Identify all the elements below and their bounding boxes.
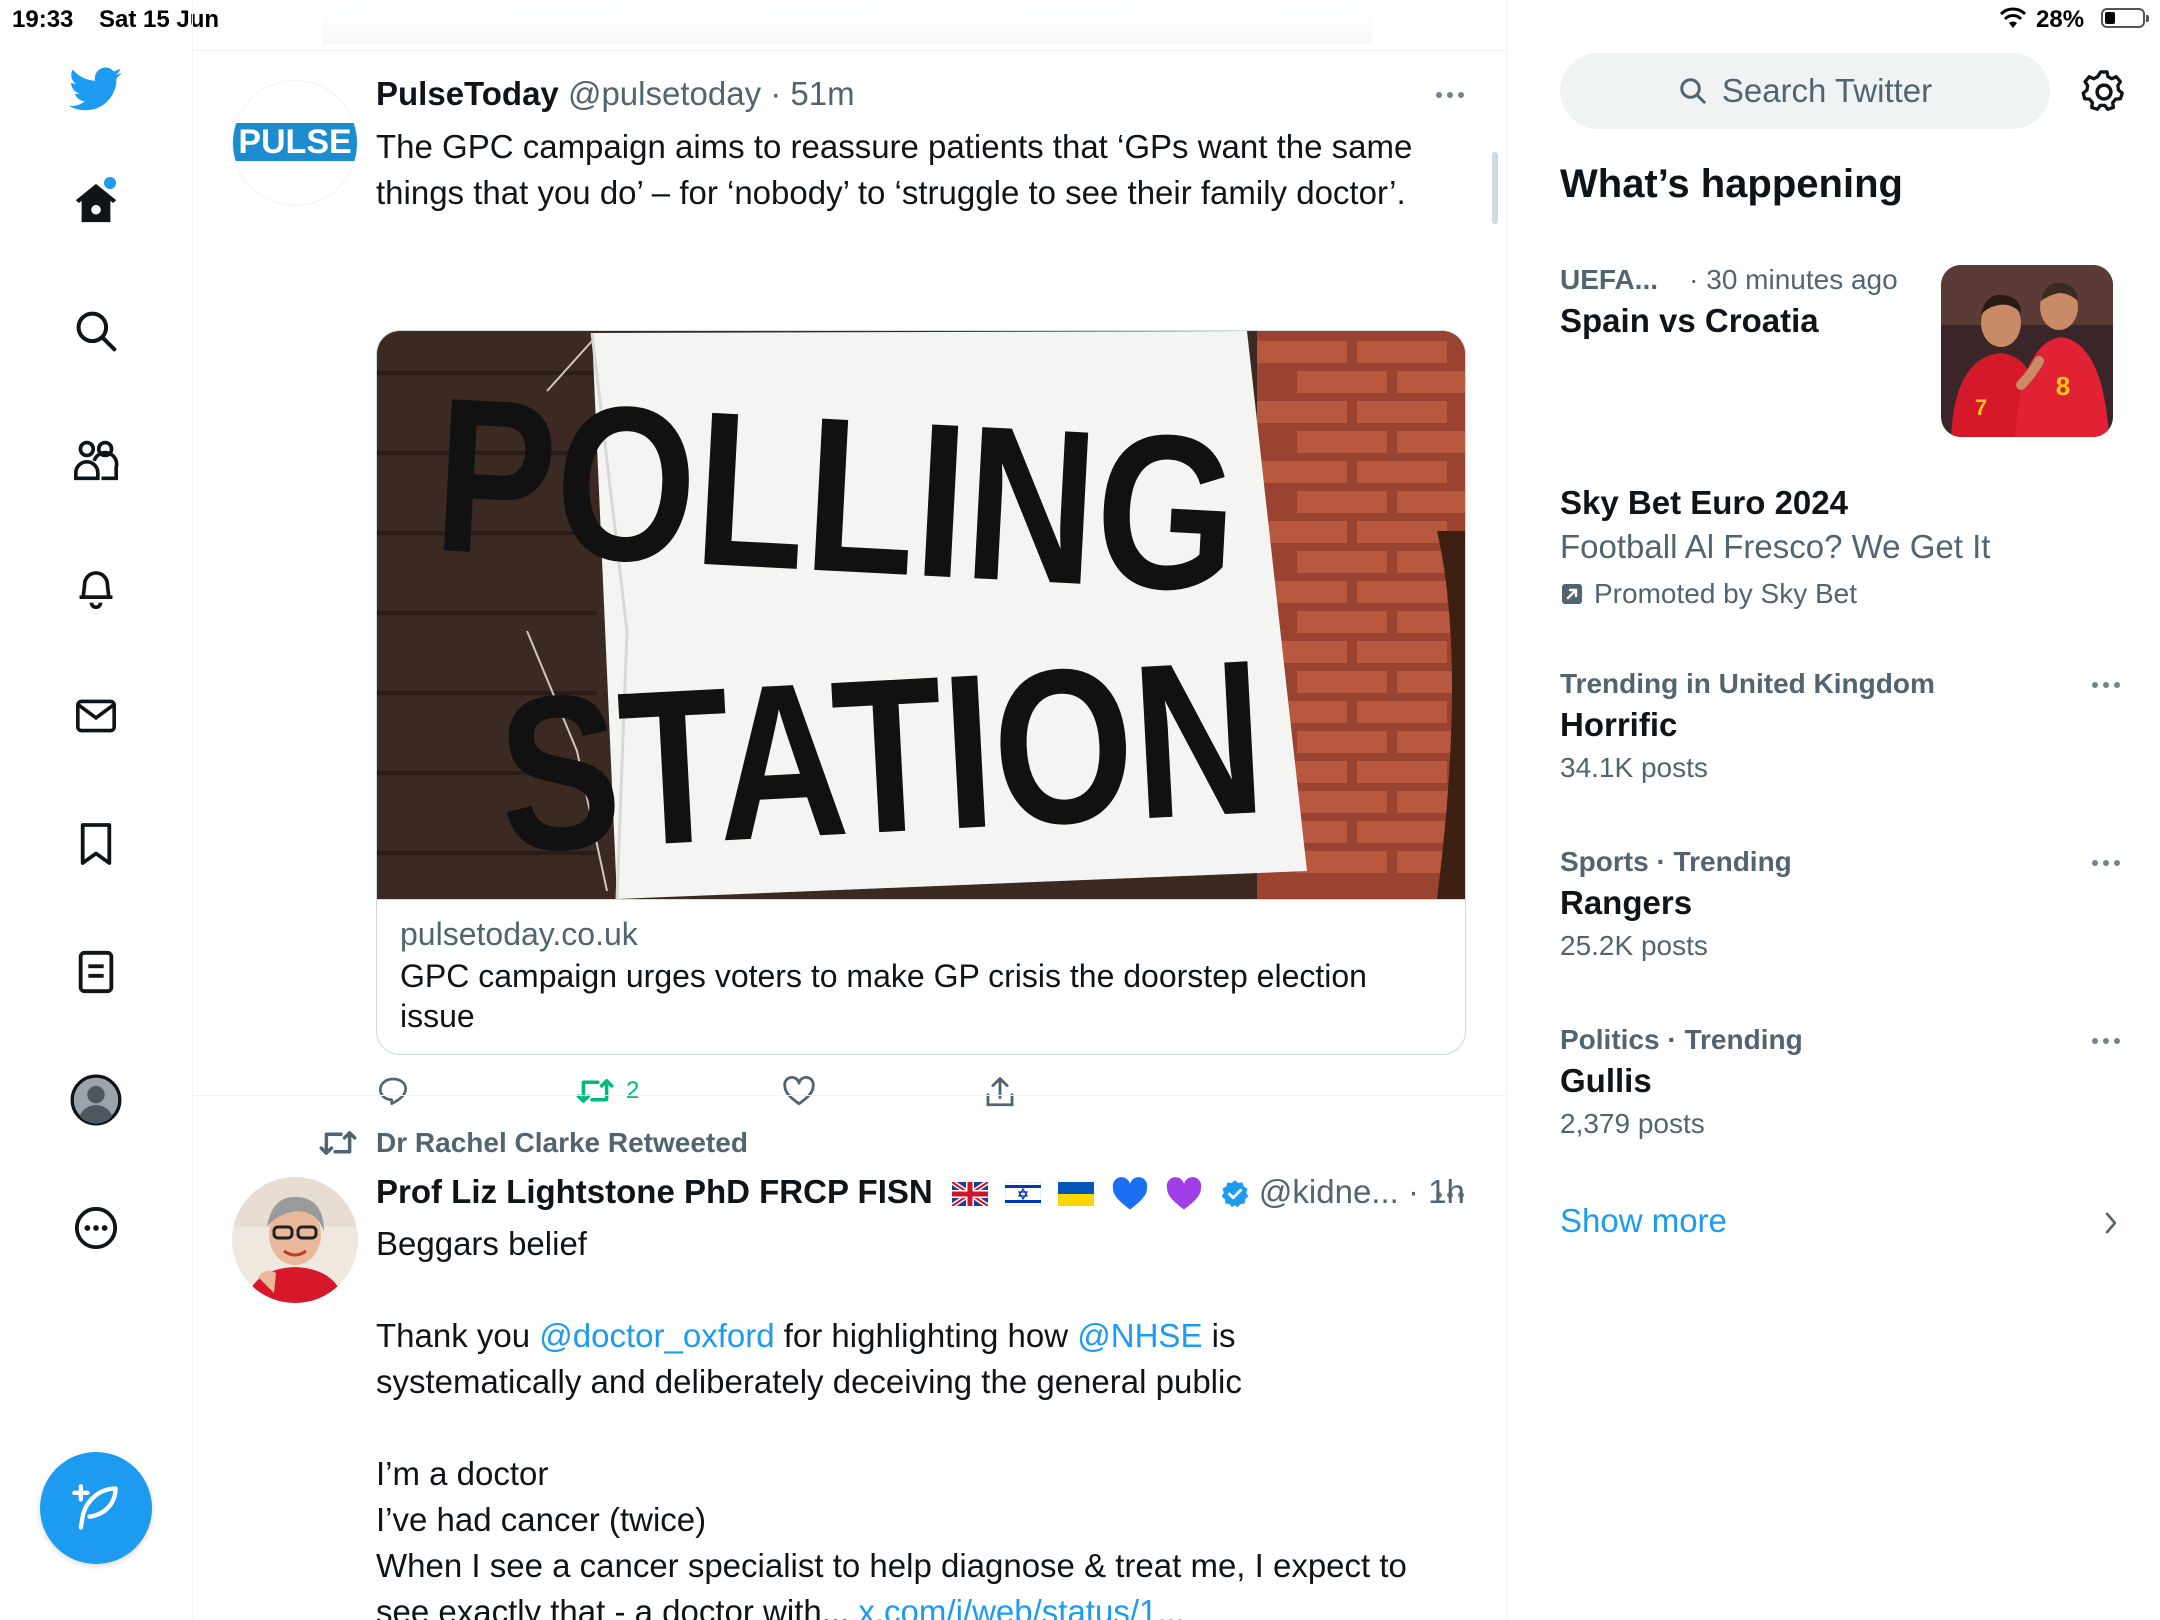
promo-subtitle: Football Al Fresco? We Get It [1560, 528, 1991, 565]
promoted-icon [1562, 584, 1582, 604]
promo-title: Sky Bet Euro 2024 [1560, 484, 1848, 521]
communities-icon[interactable] [64, 428, 128, 492]
tweet-header: Prof Liz Lightstone PhD FRCP FISN @kidne… [376, 1173, 1465, 1211]
purple-heart-icon [1165, 1177, 1203, 1211]
twitter-logo-icon[interactable] [64, 58, 128, 122]
link-card[interactable]: POLLING STATION pulsetoday.co.uk GPC cam… [376, 330, 1466, 1055]
mention-link[interactable]: @NHSE [1077, 1317, 1202, 1354]
trend-more-icon[interactable] [2092, 1038, 2120, 1044]
trend-item[interactable]: Politics · Trending Gullis 2,379 posts [1560, 1024, 2120, 1140]
search-input[interactable]: Search Twitter [1560, 53, 2050, 129]
uk-flag-icon [951, 1182, 988, 1207]
right-sidebar: Search Twitter What’s happening UEFA... … [1507, 0, 2160, 1620]
show-more-label: Show more [1560, 1202, 1727, 1239]
verified-badge-icon [1220, 1179, 1250, 1209]
left-navigation [0, 0, 193, 1620]
tweet-text-line: Beggars belief [376, 1225, 587, 1262]
promoted-by-label: Promoted by Sky Bet [1594, 578, 1858, 609]
whats-happening-heading: What’s happening [1560, 162, 1903, 206]
compose-tweet-button[interactable] [40, 1452, 152, 1564]
tweet-time[interactable]: 51m [790, 75, 854, 112]
tweet-text-line: I’m a doctor [376, 1455, 549, 1492]
card-title: GPC campaign urges voters to make GP cri… [400, 958, 1367, 1034]
trend-thumbnail[interactable]: 8 7 [1941, 265, 2113, 437]
promoted-trend[interactable]: Sky Bet Euro 2024 Football Al Fresco? We… [1560, 484, 2120, 610]
avatar[interactable] [232, 1177, 358, 1303]
trend-more-icon[interactable] [2092, 860, 2120, 866]
trend-context: Trending in United Kingdom [1560, 668, 1935, 699]
tweet-text-paragraph: Thank you @doctor_oxford for highlightin… [376, 1317, 1242, 1400]
chevron-right-icon [2102, 1210, 2120, 1236]
author-name[interactable]: Prof Liz Lightstone PhD FRCP FISN [376, 1173, 933, 1210]
home-notification-dot [102, 175, 118, 191]
settings-gear-icon[interactable] [2074, 62, 2134, 122]
compose-icon [72, 1484, 118, 1530]
bookmarks-icon[interactable] [64, 812, 128, 876]
trend-title: Horrific [1560, 706, 1678, 743]
svg-text:7: 7 [1975, 395, 1987, 420]
trend-post-count: 34.1K posts [1560, 752, 1708, 783]
timeline: PULSE PulseToday @pulsetoday · 51m The G… [192, 0, 1507, 1620]
card-image-text-top: POLLING [429, 351, 1242, 639]
trend-item[interactable]: Trending in United Kingdom Horrific 34.1… [1560, 668, 2120, 784]
trend-context: Sports · Trending [1560, 846, 1792, 877]
tweet-text: Beggars belief Thank you @doctor_oxford … [376, 1221, 1446, 1620]
israel-flag-icon [1005, 1182, 1042, 1207]
blue-heart-icon [1111, 1177, 1149, 1211]
tweet-text-line: I’ve had cancer (twice) [376, 1501, 707, 1538]
separator: · [770, 75, 782, 112]
profile-avatar-icon[interactable] [64, 1068, 128, 1132]
trend-item[interactable]: Sports · Trending Rangers 25.2K posts [1560, 846, 2120, 962]
tweet-header: PulseToday @pulsetoday · 51m [376, 75, 855, 113]
tweet-text-paragraph: When I see a cancer specialist to help d… [376, 1543, 1446, 1620]
retweeted-icon [318, 1127, 358, 1159]
avatar-logo-text: PULSE [238, 122, 352, 161]
search-icon[interactable] [64, 299, 128, 363]
separator: · [1408, 1173, 1419, 1210]
home-icon[interactable] [64, 171, 128, 235]
card-image-text-bottom: STATION [493, 613, 1270, 899]
tweet[interactable]: Dr Rachel Clarke Retweeted Prof Liz Ligh… [192, 1097, 1506, 1620]
tweet-more-icon[interactable] [1436, 1192, 1464, 1198]
search-icon [1680, 78, 1706, 104]
status-link[interactable]: x.com/i/web/status/1... [858, 1593, 1184, 1620]
author-handle[interactable]: @kidne... [1259, 1173, 1399, 1210]
messages-icon[interactable] [64, 684, 128, 748]
trend-post-count: 2,379 posts [1560, 1108, 1705, 1139]
ukraine-flag-icon [1058, 1182, 1095, 1207]
card-image: POLLING STATION [377, 331, 1465, 900]
trend-context: Politics · Trending [1560, 1024, 1803, 1055]
timeline-header-fade [322, 0, 1372, 44]
trend-title: Rangers [1560, 884, 1693, 921]
lists-icon[interactable] [64, 940, 128, 1004]
trend-title: Gullis [1560, 1062, 1652, 1099]
show-more-link[interactable]: Show more [1560, 1202, 2120, 1240]
tweet[interactable]: PULSE PulseToday @pulsetoday · 51m The G… [192, 48, 1506, 1107]
avatar[interactable]: PULSE [232, 80, 358, 206]
more-icon[interactable] [64, 1196, 128, 1260]
search-placeholder: Search Twitter [1721, 72, 1933, 109]
mention-link[interactable]: @doctor_oxford [539, 1317, 774, 1354]
retweeted-by-label[interactable]: Dr Rachel Clarke Retweeted [376, 1127, 748, 1159]
svg-text:8: 8 [2056, 371, 2070, 401]
notifications-icon[interactable] [64, 556, 128, 620]
author-handle[interactable]: @pulsetoday [568, 75, 761, 112]
promoted-by: Promoted by Sky Bet [1560, 578, 2120, 610]
card-domain: pulsetoday.co.uk [400, 916, 638, 952]
trend-more-icon[interactable] [2092, 682, 2120, 688]
tweet-more-icon[interactable] [1436, 92, 1464, 98]
tweet-text: The GPC campaign aims to reassure patien… [376, 128, 1413, 211]
author-name[interactable]: PulseToday [376, 75, 559, 112]
trend-post-count: 25.2K posts [1560, 930, 1708, 961]
